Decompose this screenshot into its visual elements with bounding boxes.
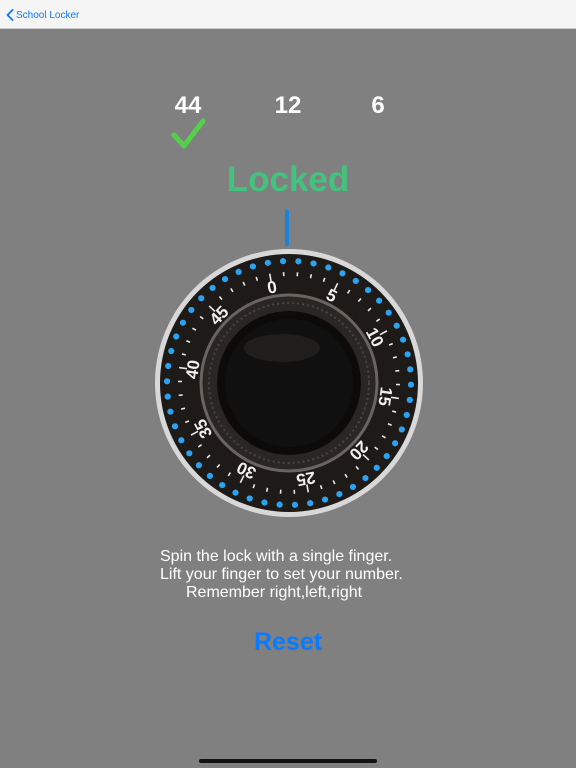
- dial-dot: [173, 333, 180, 340]
- dial-dot: [186, 450, 193, 457]
- instructions: Spin the lock with a single finger. Lift…: [160, 548, 403, 602]
- dial-dot: [264, 259, 271, 266]
- dial-dot: [398, 426, 405, 433]
- dial-dot: [373, 464, 380, 471]
- back-button-label: School Locker: [16, 9, 80, 21]
- dial-dot: [393, 322, 400, 329]
- dial-pointer: [285, 210, 289, 246]
- navigation-bar: School Locker: [0, 0, 576, 29]
- dial-dot: [195, 462, 203, 469]
- dial-dot: [383, 452, 390, 460]
- dial-dot: [168, 347, 175, 355]
- dial-dot: [385, 309, 392, 316]
- dial-dot: [235, 268, 242, 275]
- dial-dot: [171, 423, 179, 430]
- dial-dot: [406, 396, 413, 404]
- dial-dot: [279, 258, 287, 265]
- dial-tick: [255, 276, 259, 282]
- dial-dot: [307, 500, 314, 507]
- home-indicator: [199, 759, 377, 763]
- dial-dot: [221, 275, 229, 283]
- combination-first-number: 44: [174, 92, 202, 119]
- dial-dot: [163, 378, 171, 385]
- dial-dot: [404, 351, 411, 358]
- dial-dot: [164, 393, 171, 400]
- checkmark-icon: [171, 118, 206, 149]
- dial-dot: [209, 284, 216, 292]
- dial-tick: [392, 356, 398, 359]
- dial-dot: [375, 297, 383, 304]
- dial-dot: [407, 366, 414, 373]
- back-button[interactable]: School Locker: [6, 6, 79, 24]
- dial-dot: [232, 489, 239, 496]
- dial-dot: [349, 483, 357, 491]
- instructions-line-2: Lift your finger to set your number.: [160, 566, 403, 583]
- dial-dot: [291, 501, 299, 508]
- lock-status: Locked: [226, 160, 350, 199]
- dial-tick: [309, 274, 313, 279]
- combination-third-number: 6: [371, 92, 385, 119]
- dial-dot: [391, 440, 399, 447]
- combination-second-number: 12: [274, 92, 302, 119]
- dial-dot: [295, 258, 302, 265]
- dial-dot: [325, 264, 332, 271]
- reset-button[interactable]: Reset: [0, 628, 576, 657]
- dial-dot: [339, 270, 346, 277]
- dial-dot: [179, 319, 187, 326]
- dial-tick: [181, 353, 186, 356]
- dial-dot: [352, 277, 359, 285]
- dial-dot: [178, 437, 185, 444]
- dial-dot: [261, 499, 268, 506]
- dial-tick: [265, 487, 269, 492]
- chevron-left-icon: [6, 9, 14, 21]
- dial-tick: [392, 410, 397, 413]
- dial-dot: [321, 496, 329, 503]
- dial-dot: [336, 491, 343, 498]
- dial-dot: [364, 286, 372, 294]
- dial-dot: [407, 381, 415, 388]
- dial-dot: [403, 411, 410, 419]
- instructions-line-1: Spin the lock with a single finger.: [160, 548, 393, 565]
- dial-dot: [276, 501, 283, 508]
- dial-dot: [249, 263, 257, 270]
- dial-dot: [206, 472, 214, 480]
- combination-dial[interactable]: 0 51015202530354045: [154, 248, 424, 518]
- dial-dot: [167, 408, 174, 415]
- dial-dot: [246, 495, 253, 502]
- dial-dot: [362, 474, 369, 482]
- dial-tick: [319, 484, 323, 490]
- dial-dot: [399, 336, 407, 343]
- dial-dot: [310, 260, 317, 267]
- dial-dot: [165, 362, 172, 370]
- dial-dot: [219, 481, 226, 489]
- dial-tick: [180, 407, 186, 410]
- dial-dot: [188, 306, 195, 314]
- dial-dot: [198, 295, 205, 302]
- instructions-line-3: Remember right,left,right: [186, 584, 363, 601]
